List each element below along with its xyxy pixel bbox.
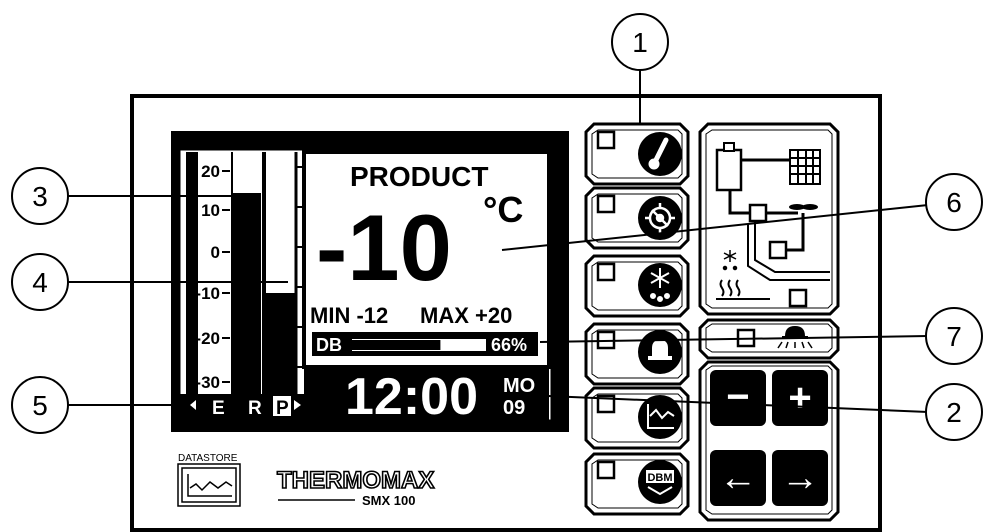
heater-indicator xyxy=(788,288,808,308)
callout-2: 2 xyxy=(925,383,983,441)
db-bar: DB 66% xyxy=(312,332,538,356)
right-button[interactable]: → xyxy=(772,450,828,506)
svg-text:5: 5 xyxy=(32,390,48,421)
db-label: DB xyxy=(316,335,342,355)
graph-button[interactable] xyxy=(584,386,690,450)
dbm-button[interactable]: DBM xyxy=(584,452,690,516)
svg-text:DBM: DBM xyxy=(647,472,672,484)
scale-tick-10: 10 xyxy=(201,201,220,220)
scale-tick-20: 20 xyxy=(201,162,220,181)
condenser-icon xyxy=(789,149,821,185)
alarm-button[interactable] xyxy=(584,322,690,386)
plus-button[interactable]: + xyxy=(772,370,828,426)
svg-text:1: 1 xyxy=(632,27,648,58)
right-arrow-icon: → xyxy=(781,457,819,499)
defrost-drip-button[interactable] xyxy=(584,254,690,318)
callout-3: 3 xyxy=(11,167,69,225)
system-schematic xyxy=(698,122,840,316)
model-name: SMX 100 xyxy=(362,493,415,508)
brand-name: THERMOMAX xyxy=(277,467,434,494)
thermometer-button[interactable] xyxy=(584,122,690,186)
left-arrow-icon: ← xyxy=(719,457,757,499)
callout-1: 1 xyxy=(611,13,669,71)
callout-5: 5 xyxy=(11,376,69,434)
day-label: MO xyxy=(503,375,535,397)
datastore-label: DATASTORE xyxy=(178,453,238,464)
bar-letter-r: R xyxy=(248,398,262,419)
product-label: PRODUCT xyxy=(350,161,488,192)
svg-text:7: 7 xyxy=(946,321,962,352)
compressor-indicator xyxy=(748,203,768,223)
clock-time: 12:00 xyxy=(345,368,478,426)
navigation-buttons: − + ← → xyxy=(698,360,840,522)
temperature-unit: °C xyxy=(483,189,523,230)
datastore-logo: DATASTORE xyxy=(177,453,241,507)
compressor-icon xyxy=(715,142,743,192)
left-button[interactable]: ← xyxy=(710,450,766,506)
scale-tick-0: 0 xyxy=(211,243,220,262)
bar-letter-e: E xyxy=(212,398,225,419)
db-fill xyxy=(352,340,441,350)
plus-icon: + xyxy=(788,376,811,420)
svg-text:2: 2 xyxy=(946,397,962,428)
fan-indicator xyxy=(768,240,788,260)
temperature-value: -10 xyxy=(316,195,452,300)
svg-text:3: 3 xyxy=(32,181,48,212)
scale-tick-minus-10: -10 xyxy=(195,284,220,303)
date-label: 09 xyxy=(503,397,525,419)
max-value: MAX +20 xyxy=(420,303,512,328)
svg-text:4: 4 xyxy=(32,267,48,298)
bar-letter-p: P xyxy=(276,398,289,419)
scale-tick-minus-30: -30 xyxy=(195,373,220,392)
callout-7: 7 xyxy=(925,307,983,365)
svg-text:6: 6 xyxy=(946,187,962,218)
min-value: MIN -12 xyxy=(310,303,388,328)
minus-button[interactable]: − xyxy=(710,370,766,426)
callout-4: 4 xyxy=(11,253,69,311)
minus-icon: − xyxy=(726,375,749,419)
db-percent: 66% xyxy=(491,335,527,355)
scale-tick-minus-20: -20 xyxy=(195,329,220,348)
callout-6: 6 xyxy=(925,173,983,231)
